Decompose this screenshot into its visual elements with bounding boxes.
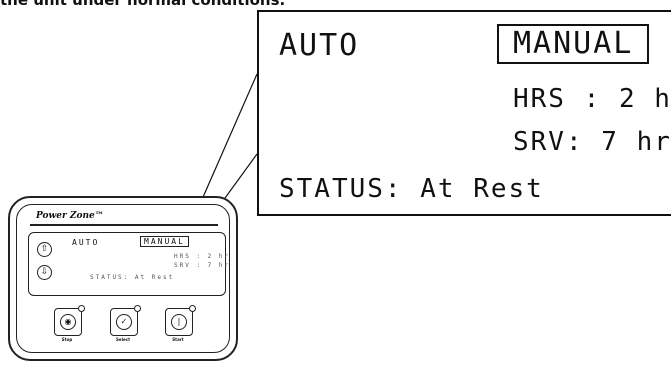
status-value: At Rest	[420, 174, 544, 204]
select-button[interactable]: ✓	[110, 305, 141, 336]
zoomed-display: AUTO MANUAL HRS : 2 hr SRV: 7 hr STATUS:…	[257, 10, 671, 216]
indicator-dot	[134, 305, 141, 312]
mini-auto: AUTO	[72, 238, 100, 247]
mini-status: STATUS: At Rest	[90, 274, 175, 281]
device-lcd: AUTO MANUAL HRS : 2 hr SRV : 7 hr STATUS…	[60, 235, 228, 291]
indicator-dot	[189, 305, 196, 312]
brand-logo: Power Zone™	[36, 211, 104, 221]
hrs-value: 2 hr	[618, 84, 671, 114]
hours-readout: HRS : 2 hr	[513, 84, 671, 114]
start-button[interactable]: |	[165, 305, 196, 336]
stop-label: Stop	[61, 337, 73, 342]
stop-icon: ◉	[60, 314, 76, 330]
indicator-dot	[78, 305, 85, 312]
srv-label: SRV	[513, 127, 566, 157]
down-arrow-icon[interactable]: ⇩	[37, 265, 52, 280]
hrs-label: HRS	[513, 84, 566, 114]
mode-manual-label[interactable]: MANUAL	[497, 24, 650, 64]
select-label: Select	[116, 337, 130, 342]
mini-hrs: HRS : 2 hr	[174, 253, 231, 260]
power-icon: |	[171, 314, 187, 330]
start-label: Start	[172, 337, 184, 342]
controller-device: Power Zone™ ⇧ ⇩ AUTO MANUAL HRS : 2 hr S…	[8, 196, 238, 361]
mode-auto-label[interactable]: AUTO	[279, 28, 359, 63]
stop-button[interactable]: ◉	[54, 305, 85, 336]
mini-srv: SRV : 7 hr	[174, 262, 231, 269]
up-arrow-icon[interactable]: ⇧	[37, 242, 52, 257]
srv-value: 7 hr	[601, 127, 671, 157]
mini-manual: MANUAL	[140, 236, 189, 247]
caption-text: the unit under normal conditions.	[0, 0, 286, 9]
brand-divider	[30, 224, 218, 226]
status-label: STATUS:	[279, 174, 403, 204]
checkmark-icon: ✓	[116, 314, 132, 330]
status-readout: STATUS: At Rest	[279, 174, 544, 204]
service-readout: SRV: 7 hr	[513, 127, 671, 157]
